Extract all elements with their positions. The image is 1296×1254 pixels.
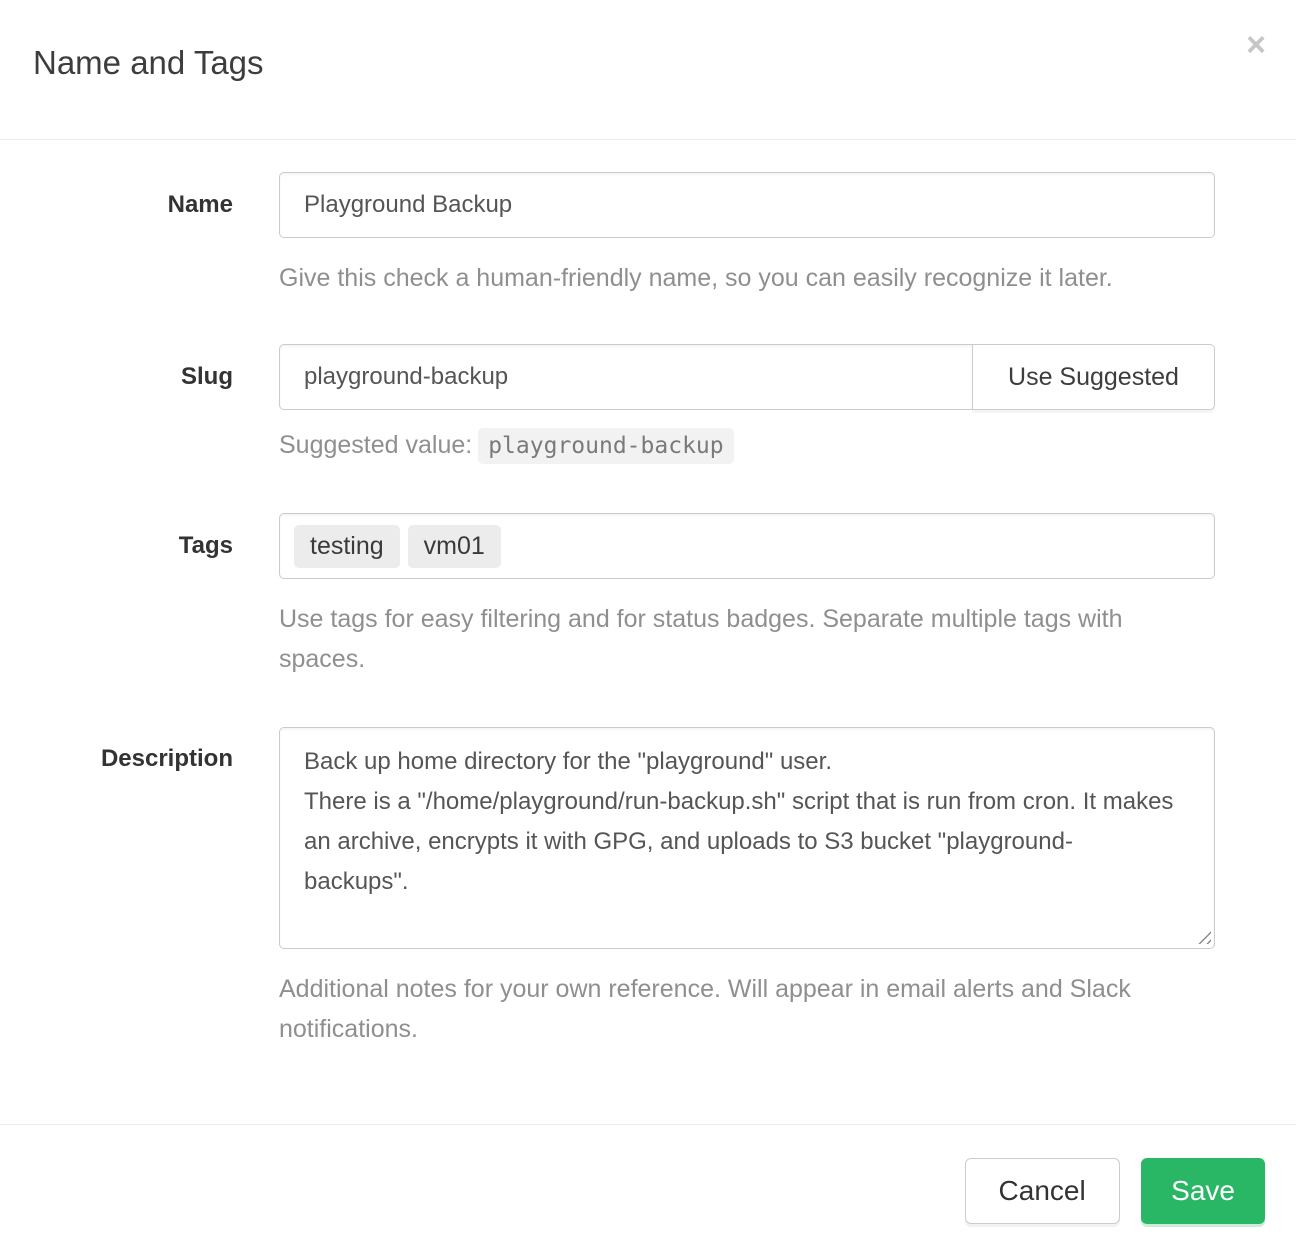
description-help-text: Additional notes for your own reference.… <box>279 969 1215 1049</box>
tags-label: Tags <box>0 513 233 679</box>
close-icon[interactable]: × <box>1246 28 1266 62</box>
slug-input[interactable] <box>279 344 973 410</box>
slug-row: Slug Use Suggested Suggested value:playg… <box>0 344 1296 463</box>
tag-chip: vm01 <box>408 525 501 568</box>
name-input[interactable] <box>279 172 1215 238</box>
description-textarea[interactable]: Back up home directory for the "playgrou… <box>279 727 1215 949</box>
tags-help-text: Use tags for easy filtering and for stat… <box>279 599 1215 679</box>
cancel-button[interactable]: Cancel <box>965 1158 1120 1224</box>
modal-body: Name Give this check a human-friendly na… <box>0 140 1296 1049</box>
tag-chip: testing <box>294 525 400 568</box>
name-row: Name Give this check a human-friendly na… <box>0 172 1296 298</box>
name-help-text: Give this check a human-friendly name, s… <box>279 258 1215 298</box>
modal-header: Name and Tags × <box>0 0 1296 140</box>
modal-footer: Cancel Save <box>0 1124 1296 1254</box>
suggested-value-prefix: Suggested value: <box>279 431 472 459</box>
tags-row: Tags testing vm01 Use tags for easy filt… <box>0 513 1296 679</box>
use-suggested-button[interactable]: Use Suggested <box>972 344 1215 410</box>
description-label: Description <box>0 727 233 1049</box>
page-title: Name and Tags <box>33 44 1263 82</box>
slug-label: Slug <box>0 344 233 463</box>
suggested-slug-code: playground-backup <box>478 428 733 464</box>
name-label: Name <box>0 172 233 298</box>
description-row: Description Back up home directory for t… <box>0 727 1296 1049</box>
name-and-tags-modal: Name and Tags × Name Give this check a h… <box>0 0 1296 1254</box>
tags-input[interactable]: testing vm01 <box>279 513 1215 579</box>
save-button[interactable]: Save <box>1141 1158 1265 1224</box>
suggested-value-line: Suggested value:playground-backup <box>279 428 1215 463</box>
